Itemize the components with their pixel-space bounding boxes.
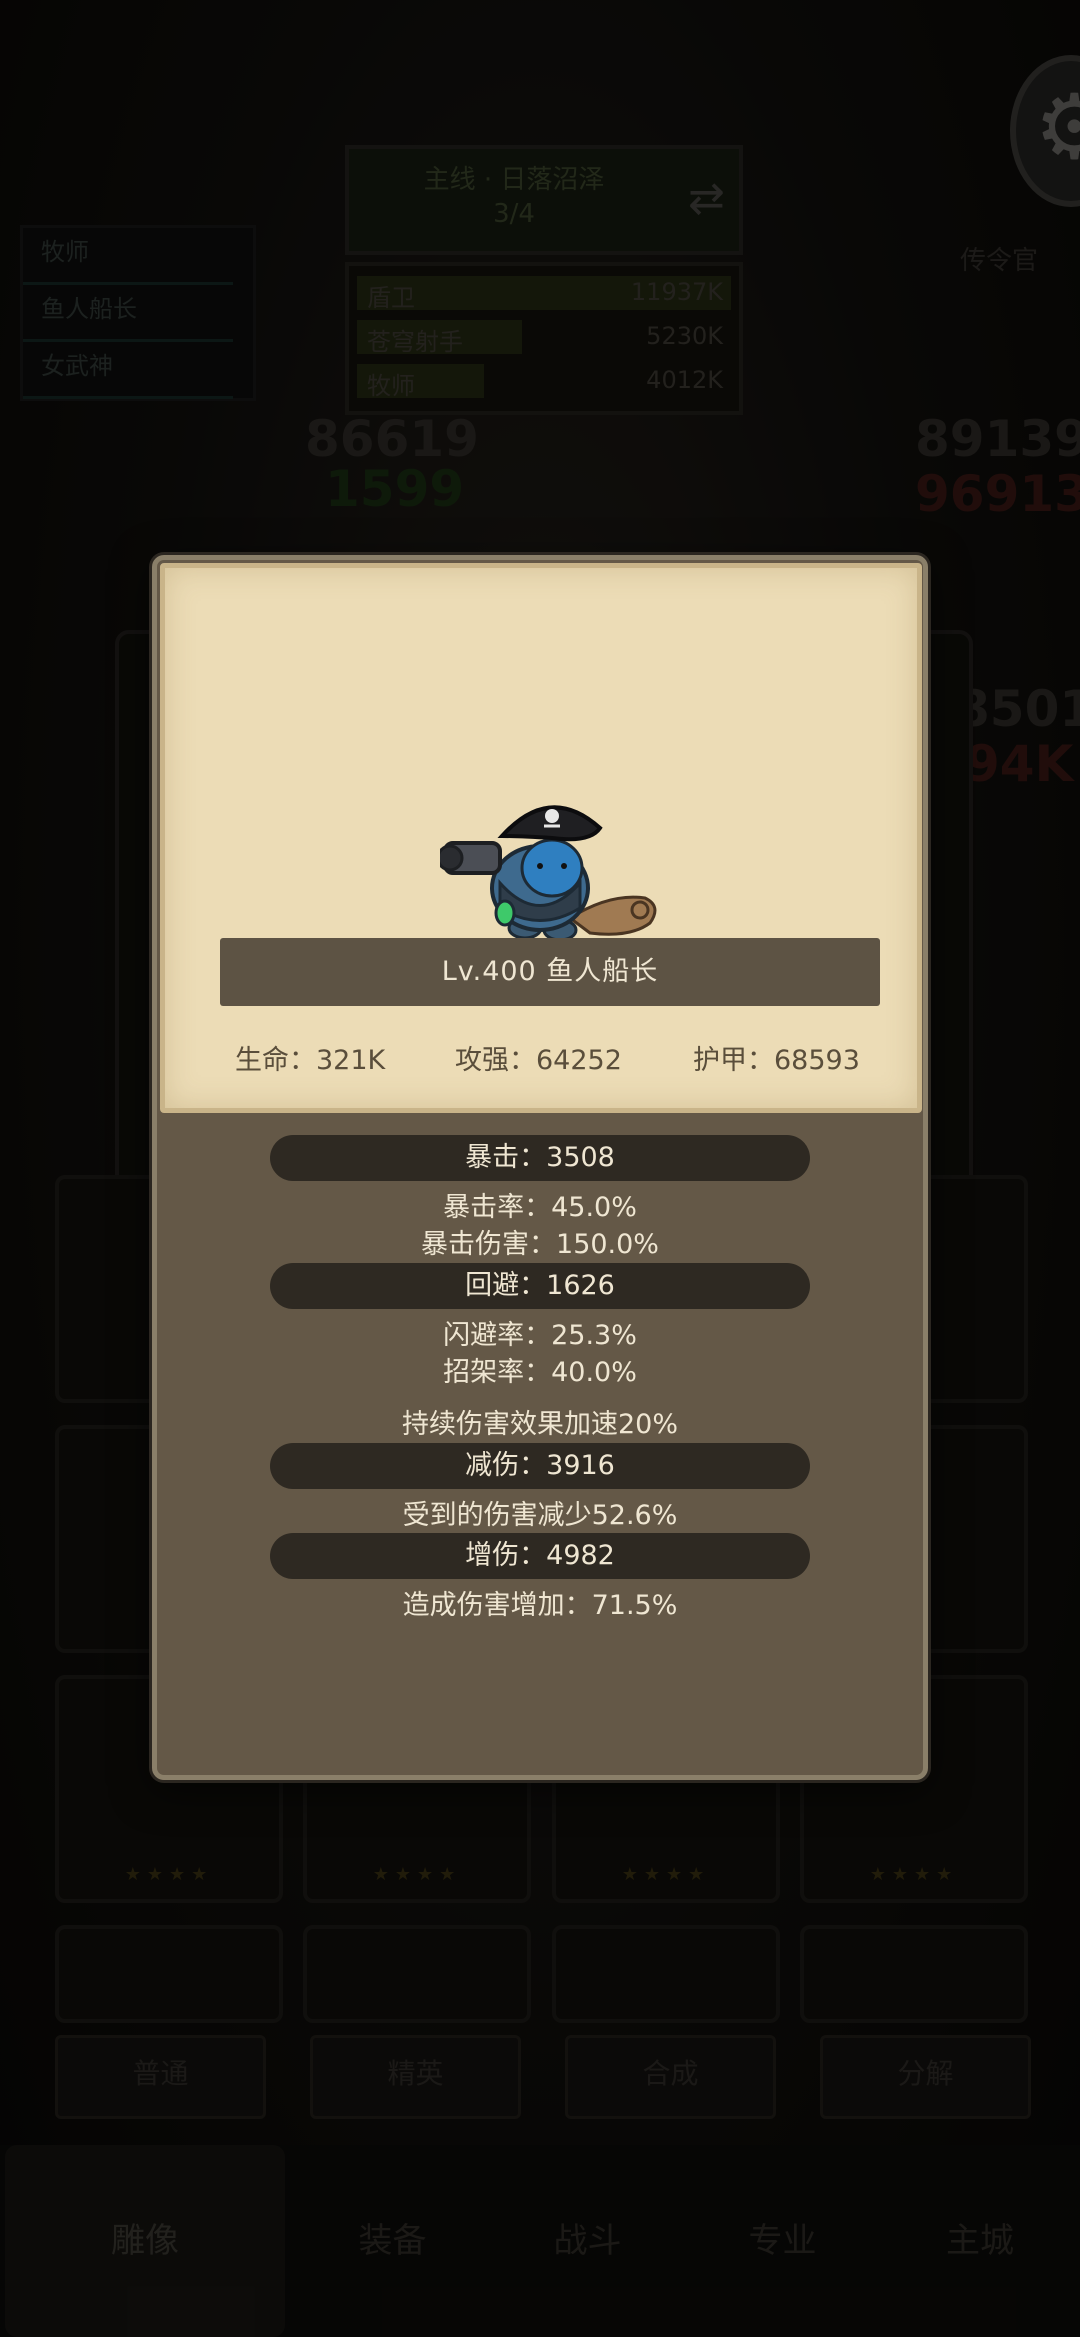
nav-profession[interactable]: 专业 [690,2145,875,2337]
hero-list: 牧师 鱼人船长 女武神 [20,225,256,401]
nav-label: 专业 [748,2221,817,2261]
dodge-header: 回避：1626 [270,1263,810,1309]
bg-number: 96913 [915,465,1080,523]
tab-button[interactable]: 合成 [565,2035,776,2119]
equipment-slot[interactable] [800,1925,1028,2023]
stage-panel[interactable]: 主线 · 日落沼泽 3/4 ⇄ [345,145,743,255]
star-rating-icon: ★★★★ [621,1864,711,1885]
nav-main-city[interactable]: 主城 [885,2145,1075,2337]
equipment-slot[interactable] [552,1925,780,2023]
bottom-nav: 雕像 装备 战斗 专业 主城 [0,2145,1080,2337]
reduction-header: 减伤：3916 [270,1443,810,1489]
rank-row: 盾卫 11937K [357,274,731,312]
crit-damage: 暴击伤害：150.0% [421,1229,659,1260]
nav-equipment[interactable]: 装备 [300,2145,485,2337]
base-stats: 生命：321K 攻强：64252 护甲：68593 [205,1038,877,1078]
nav-label: 装备 [358,2221,427,2261]
gear-icon: ⚙ [1034,75,1080,180]
armor-stat: 护甲：68593 [693,1045,860,1076]
attack-stat: 攻强：64252 [455,1045,622,1076]
crit-rate: 暴击率：45.0% [443,1192,637,1223]
swap-icon[interactable]: ⇄ [688,173,725,224]
rank-name: 盾卫 [367,284,415,312]
star-rating-icon: ★★★★ [124,1864,214,1885]
rank-value: 4012K [646,366,723,394]
rank-row: 牧师 4012K [357,362,731,400]
stage-title: 主线 · 日落沼泽 [423,165,605,195]
rank-name: 牧师 [367,372,415,400]
hero-list-item[interactable]: 牧师 [23,228,233,285]
hero-list-item[interactable]: 鱼人船长 [23,285,233,342]
nav-label: 主城 [946,2221,1014,2261]
equipment-slot[interactable] [303,1925,531,2023]
portrait-card: Lv.400 鱼人船长 生命：321K 攻强：64252 护甲：68593 [160,563,922,1113]
dot-speed: 持续伤害效果加速20% [401,1409,678,1440]
bg-number: 8501 [955,680,1080,738]
rank-value: 11937K [630,278,723,306]
hero-name-banner: Lv.400 鱼人船长 [220,938,880,1006]
crit-header: 暴击：3508 [270,1135,810,1181]
star-rating-icon: ★★★★ [372,1864,462,1885]
bg-number: 89139 [915,410,1080,468]
rank-value: 5230K [646,322,723,350]
nav-statue[interactable]: 雕像 [5,2145,285,2337]
stage-progress: 3/4 [493,199,535,229]
hp-stat: 生命：321K [235,1045,386,1076]
bg-number: 94K [965,735,1074,793]
fishman-captain-sprite [440,805,657,942]
tab-button[interactable]: 分解 [820,2035,1031,2119]
equipment-slot[interactable] [55,1925,283,2023]
nav-label: 战斗 [553,2221,622,2261]
rank-name: 苍穹射手 [367,328,463,356]
dodge-rate: 闪避率：25.3% [443,1320,637,1351]
damage-rank-panel: 盾卫 11937K 苍穹射手 5230K 牧师 4012K [345,262,743,415]
tab-button[interactable]: 普通 [55,2035,266,2119]
envoy-label[interactable]: 传令官 [960,240,1038,277]
tab-button[interactable]: 精英 [310,2035,521,2119]
star-rating-icon: ★★★★ [869,1864,959,1885]
hero-stats-modal: Lv.400 鱼人船长 生命：321K 攻强：64252 护甲：68593 暴击… [152,555,928,1780]
rank-row: 苍穹射手 5230K [357,318,731,356]
bg-number: 1599 [325,460,465,518]
amplify-header: 增伤：4982 [270,1533,810,1579]
nav-label: 雕像 [111,2221,179,2261]
nav-battle[interactable]: 战斗 [495,2145,680,2337]
hero-list-item[interactable]: 女武神 [23,342,233,399]
amplify-text: 造成伤害增加：71.5% [402,1590,678,1621]
parry-rate: 招架率：40.0% [443,1357,637,1388]
reduction-text: 受到的伤害减少52.6% [402,1500,678,1531]
